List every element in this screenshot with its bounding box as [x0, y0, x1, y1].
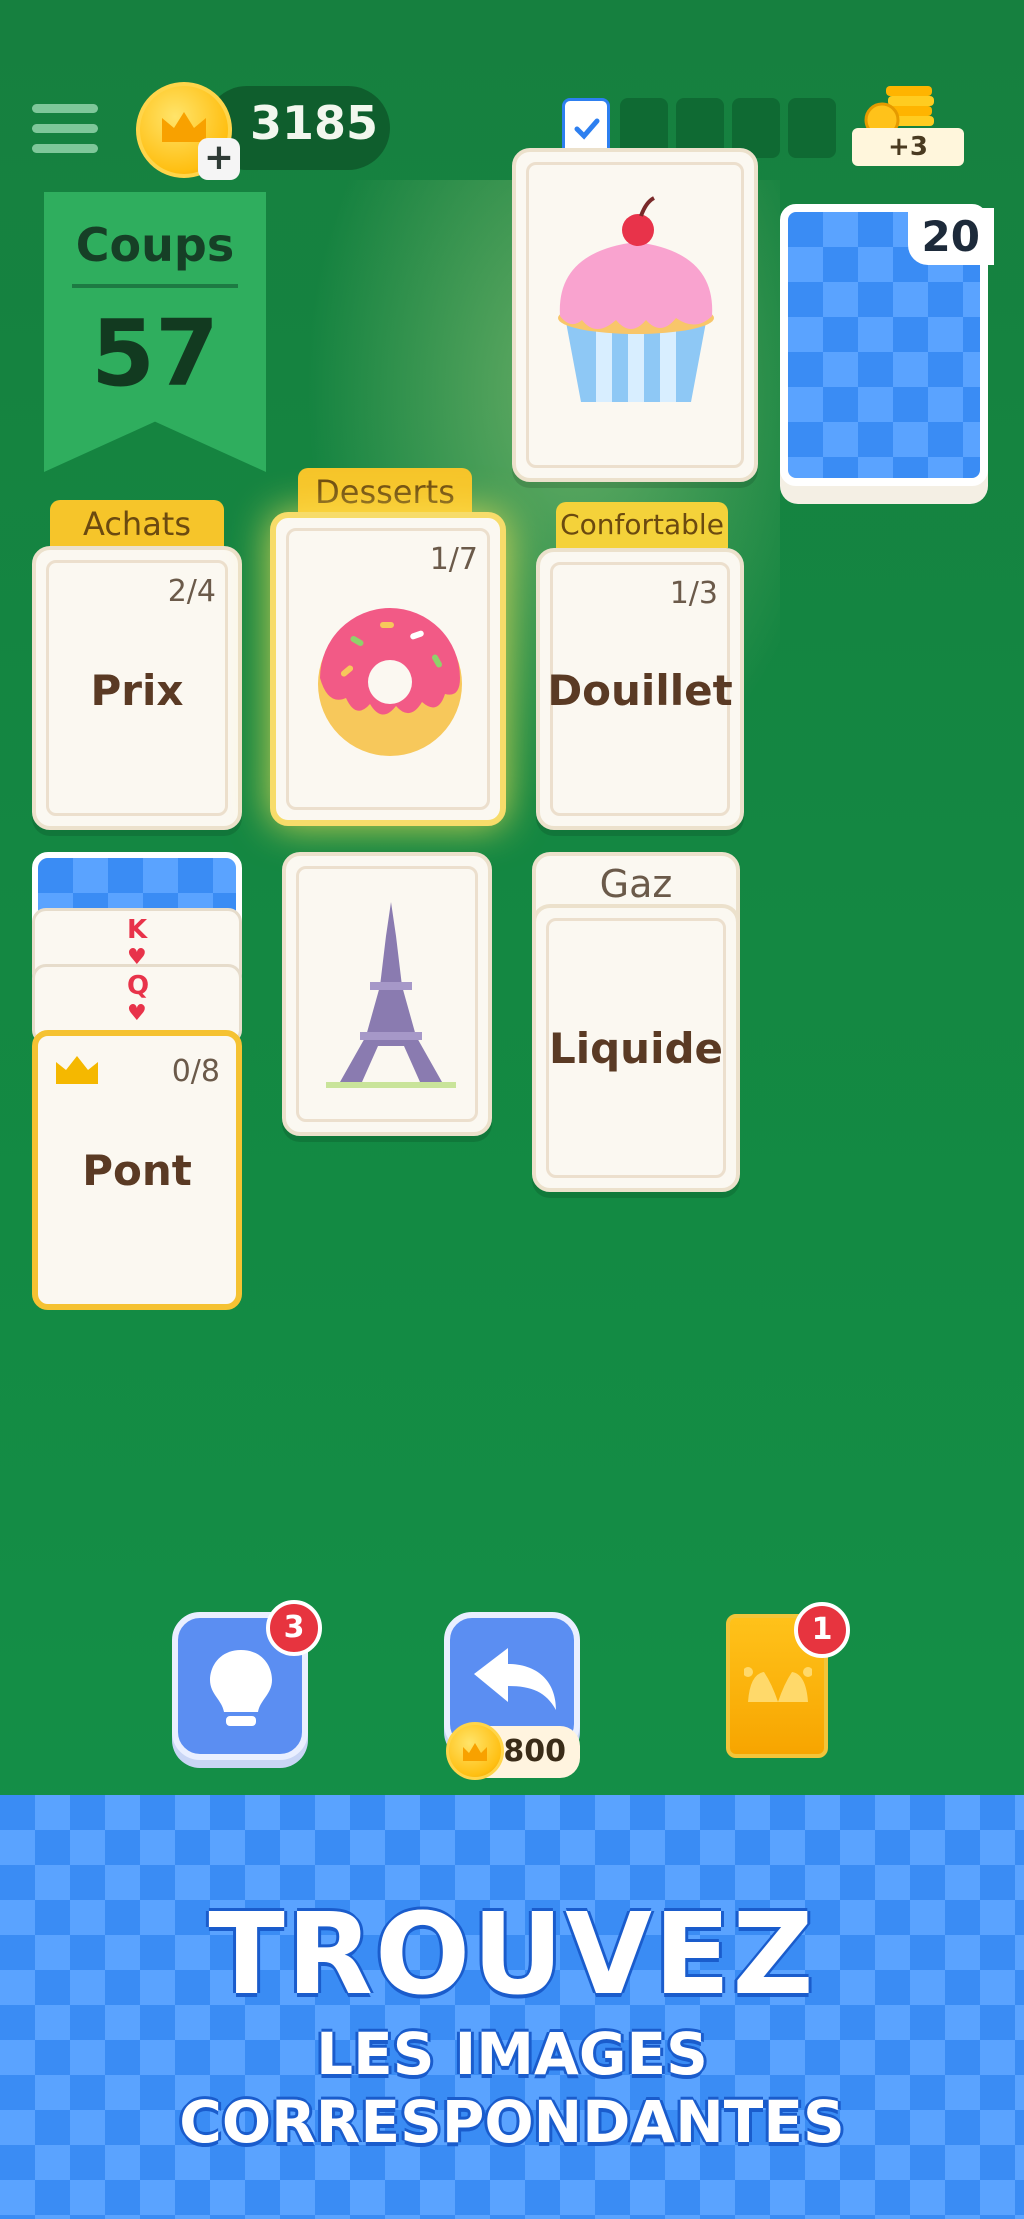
reward-label: +3 [852, 128, 964, 166]
lightbulb-icon [210, 1650, 272, 1726]
card-word: Gaz [599, 862, 673, 906]
crown-coin-icon [446, 1722, 504, 1780]
menu-button[interactable] [32, 104, 98, 156]
card-progress: 2/4 [167, 574, 216, 609]
card-progress: 1/7 [429, 542, 478, 577]
joker-count-badge: 1 [794, 1602, 850, 1658]
card-rank: K [127, 915, 148, 945]
card-word: Douillet [547, 666, 733, 715]
donut-icon [318, 608, 462, 756]
jester-hat-icon [744, 1667, 812, 1702]
crown-icon [56, 1056, 98, 1084]
category-tab-achats: Achats [50, 500, 224, 548]
banner-divider [72, 284, 238, 288]
promo-subtitle: LES IMAGES CORRESPONDANTES [179, 2020, 845, 2156]
undo-arrow-icon [474, 1648, 556, 1710]
category-card-confortable[interactable]: 1/3 Douillet [536, 548, 744, 830]
card-liquide[interactable]: Liquide [532, 904, 740, 1192]
card-pont[interactable]: 0/8 Pont [32, 1030, 242, 1310]
hint-count-badge: 3 [266, 1600, 322, 1656]
moves-count: 57 [90, 300, 220, 407]
card-rank: Q [127, 971, 150, 1001]
promo-title: TROUVEZ [208, 1890, 816, 2020]
moves-label: Coups [75, 218, 235, 272]
heart-icon: ♥ [127, 1001, 147, 1026]
card-word: Prix [90, 666, 184, 715]
card-eiffel-tower[interactable] [282, 852, 492, 1136]
eiffel-tower-icon [326, 902, 456, 1088]
card-progress: 1/3 [669, 576, 718, 611]
cupcake-icon [558, 196, 714, 402]
check-icon [574, 118, 600, 140]
category-card-achats[interactable]: 2/4 Prix [32, 546, 242, 830]
add-coins-button[interactable]: + [198, 138, 240, 180]
card-word: Pont [82, 1146, 192, 1195]
deck-count: 20 [907, 208, 994, 265]
category-card-desserts[interactable]: 1/7 [270, 512, 506, 826]
category-tab-desserts: Desserts [298, 468, 472, 516]
category-tab-confortable: Confortable [556, 502, 728, 548]
coin-balance: 3185 [250, 96, 379, 150]
progress-box-5 [788, 98, 836, 158]
drawn-card-cupcake[interactable] [512, 148, 758, 482]
card-word: Liquide [548, 1024, 724, 1073]
card-progress: 0/8 [171, 1054, 220, 1089]
